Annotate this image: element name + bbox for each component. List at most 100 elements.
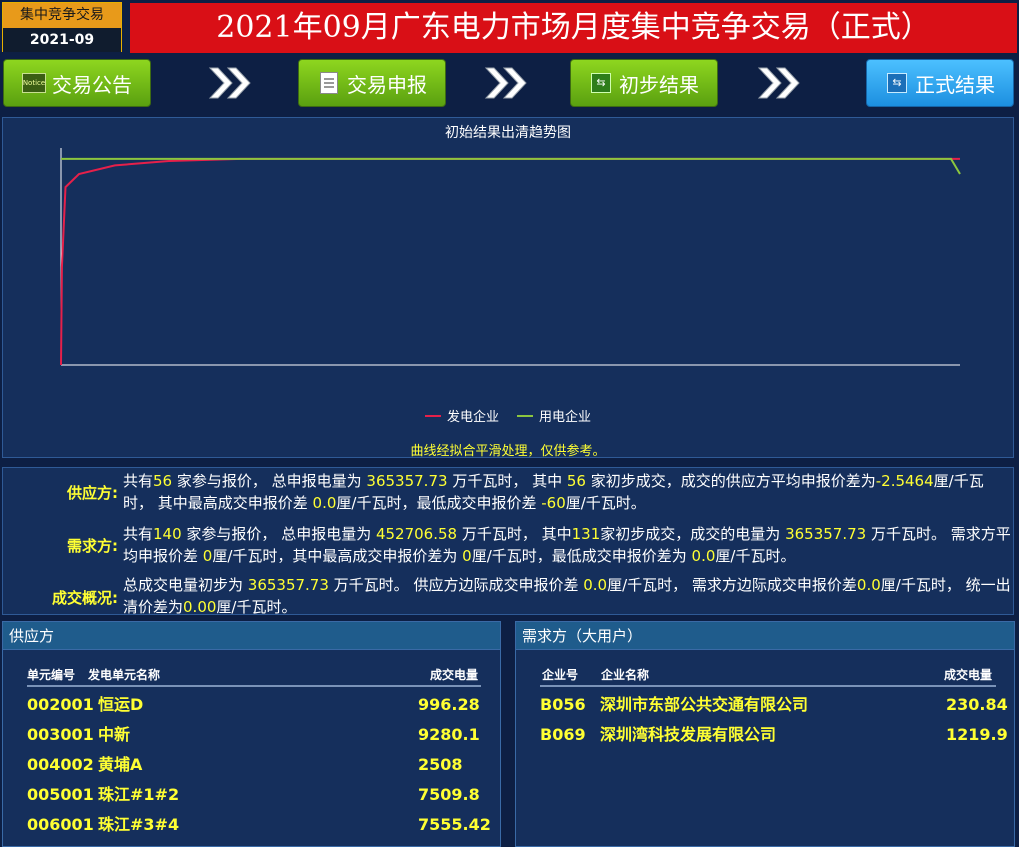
badge-date: 2021-09 xyxy=(3,28,121,52)
table-row[interactable]: 003001 中新 9280.1 xyxy=(3,720,500,750)
summary-fragment: 厘/千瓦时。 xyxy=(715,547,796,565)
cell-name: 深圳市东部公共交通有限公司 xyxy=(600,695,809,714)
series-line-0 xyxy=(60,157,960,366)
summary-value: 140 xyxy=(153,525,182,543)
cell-id: B069 xyxy=(540,725,586,744)
cell-volume: 7509.8 xyxy=(418,785,480,804)
table-row[interactable]: B056 深圳市东部公共交通有限公司 230.84 xyxy=(516,690,1014,720)
chevron-right-icon xyxy=(757,67,800,99)
legend-label: 发电企业 xyxy=(446,410,499,425)
chart-note: 曲线经拟合平滑处理，仅供参考。 xyxy=(410,444,606,459)
summary-supply: 供应方: 共有 56 家参与报价， 总申报电量为 365357.73 万千瓦时， … xyxy=(3,470,1013,516)
supply-table-header: 单元编号 发电单元名称 成交电量 xyxy=(3,666,500,686)
cell-name: 中新 xyxy=(98,725,131,744)
summary-fragment: 万千瓦时。 供应方边际成交申报价差 xyxy=(328,576,584,594)
cell-name: 珠江#3#4 xyxy=(98,815,180,834)
supply-table-panel: 供应方 单元编号 发电单元名称 成交电量 002001 恒运D 996.28 0030… xyxy=(2,621,501,847)
step-trade-notice-button[interactable]: Notice 交易公告 xyxy=(3,59,151,107)
cell-volume: 2508 xyxy=(418,755,463,774)
cell-volume: 996.28 xyxy=(418,695,480,714)
col-volume: 成交电量 xyxy=(430,668,479,682)
header-divider xyxy=(27,685,481,687)
col-volume: 成交电量 xyxy=(944,668,993,682)
table-row[interactable]: 005001 珠江#1#2 7509.8 xyxy=(3,780,500,810)
table-row[interactable]: 006001 珠江#3#4 7555.42 xyxy=(3,810,500,840)
legend-item-generation[interactable]: 发电企业 xyxy=(424,406,499,425)
col-company-id: 企业号 xyxy=(542,668,579,682)
table-row[interactable]: B069 深圳湾科技发展有限公司 1219.9 xyxy=(516,720,1014,750)
legend-swatch xyxy=(517,414,533,417)
summary-label: 供应方: xyxy=(67,484,118,502)
notice-icon: Notice xyxy=(21,73,47,93)
col-company-name: 企业名称 xyxy=(601,668,650,682)
summary-value: 452706.58 xyxy=(375,525,458,543)
cell-id: 002001 xyxy=(27,695,94,714)
summary-text: 共有56 家参与报价， 总申报电量为 365357.73 万千瓦时， 其中 56… xyxy=(123,470,1011,514)
summary-value: 131 xyxy=(571,525,601,543)
cell-volume: 9280.1 xyxy=(418,725,480,744)
cell-name: 恒运D xyxy=(98,695,144,714)
step-label: 交易公告 xyxy=(52,72,132,97)
demand-table-panel: 需求方（大用户） 企业号 企业名称 成交电量 B056 深圳市东部公共交通有限公司… xyxy=(515,621,1015,847)
summary-label: 成交概况: xyxy=(52,589,118,607)
document-icon xyxy=(317,72,341,94)
legend-swatch xyxy=(424,414,441,417)
clearing-trend-chart: 初始结果出清趋势图 发电企业 用电企业 曲线经拟合平滑处理，仅供参考。 xyxy=(2,117,1014,459)
chart-legend: 发电企业 用电企业 xyxy=(3,406,1013,425)
chevron-right-icon xyxy=(208,67,251,99)
cell-id: 006001 xyxy=(27,815,94,834)
page-header: 集中竞争交易 2021-09 2021年09月广东电力市场月度集中竞争交易（正式… xyxy=(0,0,1019,56)
summary-value: 56 xyxy=(566,472,586,490)
col-unit-name: 发电单元名称 xyxy=(88,668,161,682)
summary-label: 需求方: xyxy=(67,537,118,555)
step-label: 初步结果 xyxy=(619,72,699,97)
summary-overview: 成交概况: 总成交电量初步为 365357.73 万千瓦时。 供应方边际成交申报… xyxy=(3,574,1013,620)
summary-value: 0.00 xyxy=(183,598,217,616)
summary-fragment: 厘/千瓦时。 xyxy=(565,494,646,512)
summary-fragment: 家参与报价， 总申报电量为 xyxy=(172,472,367,490)
step-label: 交易申报 xyxy=(347,72,427,97)
summary-value: 365357.73 xyxy=(785,525,867,543)
summary-text: 总成交电量初步为 365357.73 万千瓦时。 供应方边际成交申报价差 0.0… xyxy=(123,574,1011,618)
cell-volume: 1219.9 xyxy=(946,725,1008,744)
cell-volume: 230.84 xyxy=(946,695,1008,714)
demand-table-title: 需求方（大用户） xyxy=(516,622,1014,650)
network-icon: ⇆ xyxy=(589,73,613,93)
summary-value: 0 xyxy=(462,547,472,565)
summary-value: 365357.73 xyxy=(247,576,329,594)
summary-fragment: 厘/千瓦时。 xyxy=(216,598,297,616)
legend-item-consumption[interactable]: 用电企业 xyxy=(517,406,591,425)
summary-value: 365357.73 xyxy=(366,472,448,490)
summary-fragment: 厘/千瓦时， 需求方边际成交申报价差 xyxy=(607,576,857,594)
summary-value: 0.0 xyxy=(856,576,881,594)
summary-fragment: 共有 xyxy=(123,472,154,490)
cell-volume: 7555.42 xyxy=(418,815,491,834)
col-unit-id: 单元编号 xyxy=(27,668,76,682)
chart-plot xyxy=(60,148,961,366)
result-summary: 供应方: 共有 56 家参与报价， 总申报电量为 365357.73 万千瓦时， … xyxy=(2,467,1014,616)
summary-value: 0.0 xyxy=(691,547,716,565)
summary-demand: 需求方: 共有140 家参与报价， 总申报电量为 452706.58 万千瓦时，… xyxy=(3,523,1013,569)
summary-text: 共有140 家参与报价， 总申报电量为 452706.58 万千瓦时， 其中13… xyxy=(123,523,1011,567)
summary-fragment: 万千瓦时， 其中 xyxy=(447,472,567,490)
table-row[interactable]: 002001 恒运D 996.28 xyxy=(3,690,500,720)
trade-type-badge: 集中竞争交易 2021-09 xyxy=(2,2,122,52)
step-preliminary-result-button[interactable]: ⇆ 初步结果 xyxy=(570,59,718,107)
summary-fragment: 共有 xyxy=(123,525,154,543)
step-final-result-button[interactable]: ⇆ 正式结果 xyxy=(866,59,1014,107)
demand-table-header: 企业号 企业名称 成交电量 xyxy=(516,666,1014,686)
summary-fragment: 万千瓦时， 其中 xyxy=(457,525,572,543)
step-trade-declare-button[interactable]: 交易申报 xyxy=(298,59,446,107)
cell-id: 004002 xyxy=(27,755,94,774)
cell-id: 003001 xyxy=(27,725,94,744)
series-layer xyxy=(60,157,961,366)
badge-trade-type: 集中竞争交易 xyxy=(3,3,121,28)
summary-value: 0.0 xyxy=(312,494,337,512)
cell-id: B056 xyxy=(540,695,586,714)
header-divider xyxy=(540,685,996,687)
summary-fragment: 家参与报价， 总申报电量为 xyxy=(181,525,376,543)
process-steps: Notice 交易公告 交易申报 ⇆ 初步结果 ⇆ 正式结果 xyxy=(0,58,1019,108)
chevron-right-icon xyxy=(484,67,527,99)
table-row[interactable]: 004002 黄埔A 2508 xyxy=(3,750,500,780)
summary-fragment: 厘/千瓦时，其中最高成交申报价差为 xyxy=(212,547,463,565)
